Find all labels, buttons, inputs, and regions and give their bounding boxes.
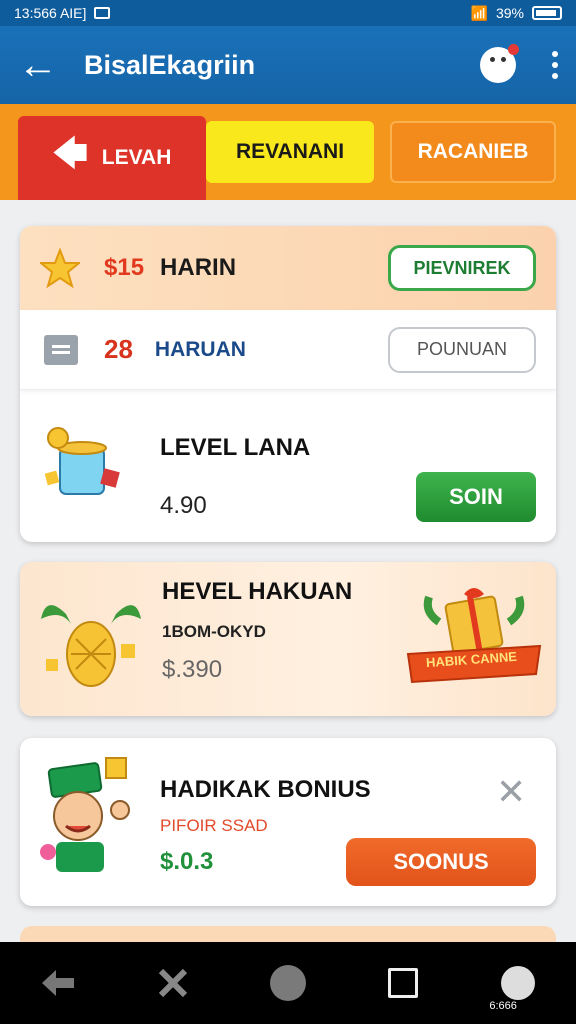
bonus-price: $.0.3 xyxy=(160,848,214,875)
back-arrow-icon[interactable]: ← xyxy=(18,45,66,85)
preview-button[interactable]: PIEVNIREK xyxy=(388,245,536,291)
tools-icon[interactable] xyxy=(148,958,198,1008)
tab-revanani[interactable]: REVANANI xyxy=(206,121,374,183)
offer-title: HEVEL HAKUAN xyxy=(162,578,353,605)
bonus-title: HADIKAK BONIUS xyxy=(160,776,371,803)
offer-subtitle: 1BOM-OKYD xyxy=(162,622,266,641)
more-menu-icon[interactable] xyxy=(552,51,558,79)
battery-icon xyxy=(532,6,562,20)
tab-strip: 🡄 LEVAH REVANANI RACANIEB xyxy=(0,104,576,200)
tab-label: REVANANI xyxy=(235,140,345,163)
tab-racanieb[interactable]: RACANIEB xyxy=(390,121,556,183)
row-label: HARIN xyxy=(160,254,237,281)
tab-label: LEVAH xyxy=(101,146,172,169)
notification-dot xyxy=(508,44,519,55)
app-bar: ← BisalEkagriin xyxy=(0,26,576,104)
offer-price: $.390 xyxy=(162,656,223,683)
level-value: 4.90 xyxy=(160,492,207,519)
back-nav-icon[interactable] xyxy=(33,958,83,1008)
arrow-left-icon: 🡄 xyxy=(52,134,88,173)
level-title: LEVEL LANA xyxy=(160,434,311,461)
row-number: 28 xyxy=(104,334,133,364)
home-nav-icon[interactable] xyxy=(263,958,313,1008)
status-time: 13:566 AIE] xyxy=(14,5,87,21)
status-bar: 13:566 AIE] 📶 39% xyxy=(0,0,576,26)
image-icon xyxy=(94,7,111,19)
secondary-button[interactable]: POUNUAN xyxy=(388,326,536,373)
app-title: BisalEkagriin xyxy=(84,49,256,80)
profile-avatar[interactable] xyxy=(480,44,519,83)
gift-badge-icon: HABIK CANNE xyxy=(404,582,544,694)
battery-percent: 39% xyxy=(495,5,524,21)
offer-row-bottom: LEVEL LANA 4.90 SOIN xyxy=(20,390,556,542)
offer-row-top: $15 HARIN PIEVNIREK xyxy=(20,226,556,310)
offer-card-3: HADIKAK BONIUS PIFOIR SSAD $.0.3 ✕ SOONU… xyxy=(20,738,556,906)
offer-card-2[interactable]: HEVEL HAKUAN 1BOM-OKYD $.390 HABIK CANNE xyxy=(20,562,556,716)
join-button[interactable]: SOIN xyxy=(416,472,536,522)
row-price: $15 xyxy=(104,254,145,281)
nav-avatar-label: 6:666 xyxy=(489,1000,517,1012)
system-nav-bar: 6:666 xyxy=(0,942,576,1024)
offer-row-middle: 28 HARUAN POUNUAN xyxy=(20,310,556,390)
bonus-button[interactable]: SOONUS xyxy=(346,838,536,886)
row-label: HARUAN xyxy=(154,337,246,361)
close-icon[interactable]: ✕ xyxy=(496,774,526,810)
pineapple-icon xyxy=(36,584,146,694)
bonus-subtitle: PIFOIR SSAD xyxy=(160,816,268,835)
tab-levah[interactable]: 🡄 LEVAH xyxy=(18,116,206,200)
tab-label: RACANIEB xyxy=(417,140,529,163)
character-icon xyxy=(36,756,140,876)
recents-nav-icon[interactable] xyxy=(378,958,428,1008)
coin-bucket-icon xyxy=(40,418,124,502)
profile-nav-icon[interactable]: 6:666 xyxy=(489,958,543,1012)
star-icon xyxy=(38,247,82,289)
wifi-icon: 📶 xyxy=(470,4,488,21)
ticket-icon xyxy=(44,334,78,365)
offer-card-1: $15 HARIN PIEVNIREK 28 HARUAN POUNUAN LE… xyxy=(20,226,556,542)
